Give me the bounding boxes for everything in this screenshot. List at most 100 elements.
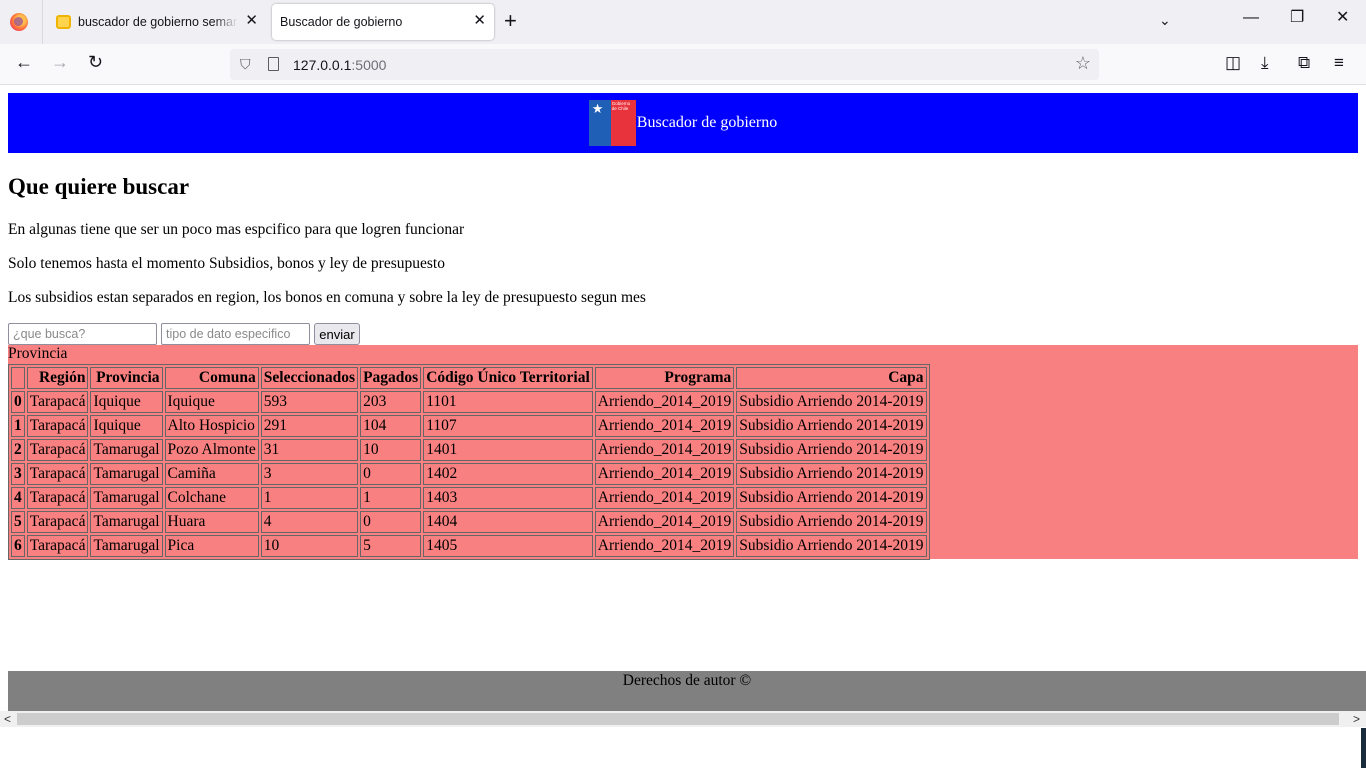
search-query-input[interactable] bbox=[8, 323, 157, 345]
browser-tab-bar: buscador de gobierno semana 3 ✕ Buscador… bbox=[0, 0, 1366, 44]
tab-buscador-semana-3[interactable]: buscador de gobierno semana 3 ✕ bbox=[44, 4, 266, 40]
col-header-pagados: Pagados bbox=[360, 367, 422, 389]
cell-provincia: Tamarugal bbox=[90, 439, 163, 461]
table-row: 5 Tarapacá Tamarugal Huara 4 0 1404 Arri… bbox=[11, 511, 927, 533]
cell-provincia: Iquique bbox=[90, 415, 163, 437]
scrollbar-thumb[interactable] bbox=[17, 713, 1339, 725]
cell-pagados: 0 bbox=[360, 511, 422, 533]
downloads-icon[interactable]: ⤓ bbox=[1261, 54, 1269, 71]
url-bar[interactable]: ⛉ 127.0.0.1:5000 ☆ bbox=[230, 49, 1099, 80]
cell-region: Tarapacá bbox=[26, 511, 89, 533]
cell-provincia: Iquique bbox=[90, 391, 163, 413]
cell-capa: Subsidio Arriendo 2014-2019 bbox=[736, 487, 927, 509]
cell-comuna: Colchane bbox=[164, 487, 259, 509]
close-tab-icon[interactable]: ✕ bbox=[473, 13, 486, 28]
cell-region: Tarapacá bbox=[26, 487, 89, 509]
page-info-icon[interactable] bbox=[268, 57, 279, 71]
cell-region: Tarapacá bbox=[26, 415, 89, 437]
cell-provincia: Tamarugal bbox=[90, 463, 163, 485]
new-tab-icon[interactable]: + bbox=[504, 10, 517, 32]
cell-pagados: 5 bbox=[360, 535, 422, 557]
cell-capa: Subsidio Arriendo 2014-2019 bbox=[736, 535, 927, 557]
cell-capa: Subsidio Arriendo 2014-2019 bbox=[736, 415, 927, 437]
cell-programa: Arriendo_2014_2019 bbox=[594, 511, 735, 533]
reload-icon[interactable]: ↻ bbox=[88, 53, 103, 71]
cell-pagados: 10 bbox=[360, 439, 422, 461]
results-table: Región Provincia Comuna Seleccionados Pa… bbox=[8, 364, 930, 560]
tab-separator bbox=[42, 0, 43, 44]
cell-capa: Subsidio Arriendo 2014-2019 bbox=[736, 463, 927, 485]
table-row: 3 Tarapacá Tamarugal Camiña 3 0 1402 Arr… bbox=[11, 463, 927, 485]
cell-seleccionados: 3 bbox=[260, 463, 359, 485]
pocket-icon[interactable]: ◫ bbox=[1225, 54, 1241, 71]
cell-programa: Arriendo_2014_2019 bbox=[594, 487, 735, 509]
cell-codigo: 1107 bbox=[423, 415, 593, 437]
cell-comuna: Alto Hospicio bbox=[164, 415, 259, 437]
firefox-logo-icon[interactable] bbox=[10, 13, 28, 31]
horizontal-scrollbar[interactable]: < > bbox=[0, 711, 1366, 727]
cell-region: Tarapacá bbox=[26, 463, 89, 485]
table-header-row: Región Provincia Comuna Seleccionados Pa… bbox=[11, 367, 927, 389]
cell-programa: Arriendo_2014_2019 bbox=[594, 391, 735, 413]
row-index: 3 bbox=[11, 463, 25, 485]
cell-programa: Arriendo_2014_2019 bbox=[594, 463, 735, 485]
cell-provincia: Tamarugal bbox=[90, 511, 163, 533]
logo-star-icon: ★ bbox=[591, 101, 604, 116]
cell-programa: Arriendo_2014_2019 bbox=[594, 535, 735, 557]
app-menu-icon[interactable]: ≡ bbox=[1334, 54, 1344, 71]
restore-window-icon[interactable]: ❐ bbox=[1290, 10, 1304, 26]
table-row: 2 Tarapacá Tamarugal Pozo Almonte 31 10 … bbox=[11, 439, 927, 461]
cell-capa: Subsidio Arriendo 2014-2019 bbox=[736, 439, 927, 461]
cell-codigo: 1405 bbox=[423, 535, 593, 557]
cell-seleccionados: 10 bbox=[260, 535, 359, 557]
cell-codigo: 1403 bbox=[423, 487, 593, 509]
submit-button[interactable]: enviar bbox=[314, 323, 360, 345]
bookmark-star-icon[interactable]: ☆ bbox=[1075, 54, 1091, 72]
gobierno-de-chile-logo: ★ Gobierno de Chile bbox=[588, 100, 636, 146]
cell-pagados: 1 bbox=[360, 487, 422, 509]
tracking-protection-shield-icon[interactable]: ⛉ bbox=[240, 56, 251, 73]
cell-codigo: 1101 bbox=[423, 391, 593, 413]
close-tab-icon[interactable]: ✕ bbox=[245, 13, 258, 28]
extensions-icon[interactable]: ⧉ bbox=[1298, 54, 1310, 71]
scroll-left-arrow-icon[interactable]: < bbox=[4, 712, 11, 726]
screen-edge-artifact bbox=[1361, 728, 1366, 768]
cell-programa: Arriendo_2014_2019 bbox=[594, 415, 735, 437]
minimize-window-icon[interactable]: — bbox=[1243, 10, 1259, 26]
tab-title: Buscador de gobierno bbox=[280, 15, 403, 29]
cell-programa: Arriendo_2014_2019 bbox=[594, 439, 735, 461]
cell-codigo: 1404 bbox=[423, 511, 593, 533]
col-header-capa: Capa bbox=[736, 367, 927, 389]
page-header-banner: ★ Gobierno de Chile Buscador de gobierno bbox=[8, 93, 1358, 153]
cell-seleccionados: 291 bbox=[260, 415, 359, 437]
cell-seleccionados: 593 bbox=[260, 391, 359, 413]
back-arrow-icon[interactable]: ← bbox=[15, 53, 33, 71]
cell-region: Tarapacá bbox=[26, 439, 89, 461]
cell-provincia: Tamarugal bbox=[90, 487, 163, 509]
data-type-input[interactable] bbox=[161, 323, 310, 345]
url-port: :5000 bbox=[351, 57, 387, 73]
footer-copyright-text: Derechos de autor © bbox=[622, 672, 752, 689]
col-header-provincia: Provincia bbox=[90, 367, 163, 389]
forward-arrow-icon[interactable]: → bbox=[51, 53, 69, 71]
cell-comuna: Pica bbox=[164, 535, 259, 557]
cell-comuna: Iquique bbox=[164, 391, 259, 413]
scroll-right-arrow-icon[interactable]: > bbox=[1353, 712, 1360, 726]
tab-favicon-icon bbox=[56, 15, 71, 29]
cell-pagados: 203 bbox=[360, 391, 422, 413]
tab-buscador-de-gobierno[interactable]: Buscador de gobierno ✕ bbox=[272, 4, 494, 40]
cell-capa: Subsidio Arriendo 2014-2019 bbox=[736, 391, 927, 413]
close-window-icon[interactable]: ✕ bbox=[1336, 10, 1349, 26]
cell-region: Tarapacá bbox=[26, 535, 89, 557]
col-header-region: Región bbox=[26, 367, 89, 389]
col-header-codigo-territorial: Código Único Territorial bbox=[423, 367, 593, 389]
cell-provincia: Tamarugal bbox=[90, 535, 163, 557]
cell-seleccionados: 1 bbox=[260, 487, 359, 509]
url-text[interactable]: 127.0.0.1:5000 bbox=[293, 57, 386, 73]
col-header-comuna: Comuna bbox=[164, 367, 259, 389]
cell-pagados: 104 bbox=[360, 415, 422, 437]
page-title: Que quiere buscar bbox=[8, 174, 190, 199]
list-all-tabs-chevron-icon[interactable]: ⌄ bbox=[1159, 12, 1171, 29]
col-header-index bbox=[11, 367, 25, 389]
table-row: 0 Tarapacá Iquique Iquique 593 203 1101 … bbox=[11, 391, 927, 413]
